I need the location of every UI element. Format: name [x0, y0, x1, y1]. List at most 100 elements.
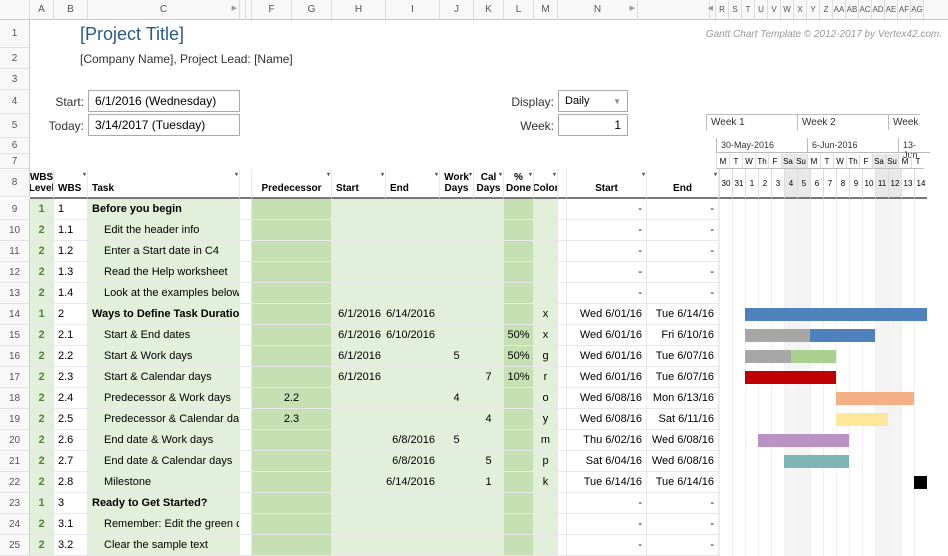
wbs-cell[interactable]: 2.7 — [54, 451, 88, 472]
color-cell[interactable]: p — [534, 451, 558, 472]
wbs-level-cell[interactable]: 1 — [30, 304, 54, 325]
display-dropdown[interactable]: Daily▼ — [558, 90, 628, 112]
table-header-wbsLevel[interactable]: WBSLevel▾ — [30, 169, 54, 199]
wbs-level-cell[interactable]: 2 — [30, 514, 54, 535]
start-cell[interactable] — [332, 535, 386, 556]
column-header[interactable]: T — [742, 0, 755, 19]
row-header[interactable]: 15 — [0, 325, 30, 346]
table-header-[interactable] — [558, 169, 567, 199]
predecessor-cell[interactable] — [252, 346, 332, 367]
column-header[interactable]: AC — [859, 0, 872, 19]
table-header-[interactable] — [240, 169, 252, 199]
workdays-cell[interactable] — [440, 514, 474, 535]
color-cell[interactable]: x — [534, 325, 558, 346]
row-header[interactable]: 7 — [0, 154, 30, 169]
pctdone-cell[interactable] — [504, 220, 534, 241]
predecessor-cell[interactable] — [252, 199, 332, 220]
predecessor-cell[interactable] — [252, 220, 332, 241]
end-cell[interactable]: 6/14/2016 — [386, 304, 440, 325]
color-cell[interactable] — [534, 535, 558, 556]
table-header-pctDone[interactable]: %Done▾ — [504, 169, 534, 199]
table-header-ganttEnd[interactable]: End▾ — [647, 169, 719, 199]
end-cell[interactable] — [386, 409, 440, 430]
pctdone-cell[interactable] — [504, 430, 534, 451]
start-cell[interactable]: 6/1/2016 — [332, 325, 386, 346]
row-header[interactable]: 24 — [0, 514, 30, 535]
start-cell[interactable] — [332, 472, 386, 493]
table-header-end[interactable]: End▾ — [386, 169, 440, 199]
wbs-cell[interactable]: 2.4 — [54, 388, 88, 409]
row-header[interactable]: 5 — [0, 114, 30, 138]
wbs-cell[interactable]: 1 — [54, 199, 88, 220]
color-cell[interactable]: x — [534, 304, 558, 325]
caldays-cell[interactable] — [474, 346, 504, 367]
predecessor-cell[interactable] — [252, 514, 332, 535]
wbs-cell[interactable]: 2.3 — [54, 367, 88, 388]
caldays-cell[interactable]: 4 — [474, 409, 504, 430]
start-cell[interactable]: 6/1/2016 — [332, 367, 386, 388]
row-header[interactable]: 12 — [0, 262, 30, 283]
pctdone-cell[interactable] — [504, 262, 534, 283]
task-cell[interactable]: Remember: Edit the green cells — [88, 514, 240, 535]
start-cell[interactable] — [332, 283, 386, 304]
table-header-workDays[interactable]: WorkDays▾ — [440, 169, 474, 199]
predecessor-cell[interactable] — [252, 283, 332, 304]
wbs-cell[interactable]: 2.6 — [54, 430, 88, 451]
pctdone-cell[interactable] — [504, 199, 534, 220]
workdays-cell[interactable] — [440, 283, 474, 304]
table-header-start[interactable]: Start▾ — [332, 169, 386, 199]
pctdone-cell[interactable]: 50% — [504, 325, 534, 346]
task-cell[interactable]: Start & Work days — [88, 346, 240, 367]
task-cell[interactable]: Predecessor & Calendar days — [88, 409, 240, 430]
column-header[interactable] — [638, 0, 710, 19]
predecessor-cell[interactable]: 2.2 — [252, 388, 332, 409]
caldays-cell[interactable] — [474, 304, 504, 325]
wbs-level-cell[interactable]: 2 — [30, 472, 54, 493]
pctdone-cell[interactable] — [504, 409, 534, 430]
start-cell[interactable]: 6/1/2016 — [332, 346, 386, 367]
row-header[interactable]: 19 — [0, 409, 30, 430]
caldays-cell[interactable] — [474, 430, 504, 451]
wbs-cell[interactable]: 1.2 — [54, 241, 88, 262]
start-cell[interactable] — [332, 514, 386, 535]
predecessor-cell[interactable] — [252, 451, 332, 472]
row-header[interactable]: 18 — [0, 388, 30, 409]
table-header-calDays[interactable]: CalDays▾ — [474, 169, 504, 199]
workdays-cell[interactable] — [440, 220, 474, 241]
row-header[interactable]: 21 — [0, 451, 30, 472]
workdays-cell[interactable] — [440, 472, 474, 493]
row-header[interactable]: 17 — [0, 367, 30, 388]
column-header[interactable]: X — [794, 0, 807, 19]
caldays-cell[interactable] — [474, 514, 504, 535]
start-cell[interactable] — [332, 388, 386, 409]
end-cell[interactable]: 6/8/2016 — [386, 430, 440, 451]
color-cell[interactable]: g — [534, 346, 558, 367]
wbs-cell[interactable]: 1.3 — [54, 262, 88, 283]
column-header[interactable]: M — [534, 0, 558, 19]
wbs-level-cell[interactable]: 2 — [30, 346, 54, 367]
wbs-level-cell[interactable]: 2 — [30, 220, 54, 241]
end-cell[interactable] — [386, 262, 440, 283]
color-cell[interactable]: y — [534, 409, 558, 430]
column-header[interactable]: AB — [846, 0, 859, 19]
column-header[interactable]: AA — [833, 0, 846, 19]
row-header[interactable]: 2 — [0, 48, 30, 69]
column-header[interactable]: Y — [807, 0, 820, 19]
task-cell[interactable]: Enter a Start date in C4 — [88, 241, 240, 262]
color-cell[interactable]: o — [534, 388, 558, 409]
start-cell[interactable] — [332, 220, 386, 241]
pctdone-cell[interactable] — [504, 472, 534, 493]
week-input[interactable]: 1 — [558, 114, 628, 136]
row-header[interactable]: 8 — [0, 169, 30, 197]
wbs-level-cell[interactable]: 2 — [30, 262, 54, 283]
workdays-cell[interactable]: 5 — [440, 346, 474, 367]
caldays-cell[interactable]: 5 — [474, 451, 504, 472]
column-header[interactable]: U — [755, 0, 768, 19]
end-cell[interactable] — [386, 388, 440, 409]
pctdone-cell[interactable] — [504, 304, 534, 325]
caldays-cell[interactable] — [474, 283, 504, 304]
pctdone-cell[interactable] — [504, 451, 534, 472]
caldays-cell[interactable] — [474, 325, 504, 346]
task-cell[interactable]: Before you begin — [88, 199, 240, 220]
color-cell[interactable] — [534, 241, 558, 262]
